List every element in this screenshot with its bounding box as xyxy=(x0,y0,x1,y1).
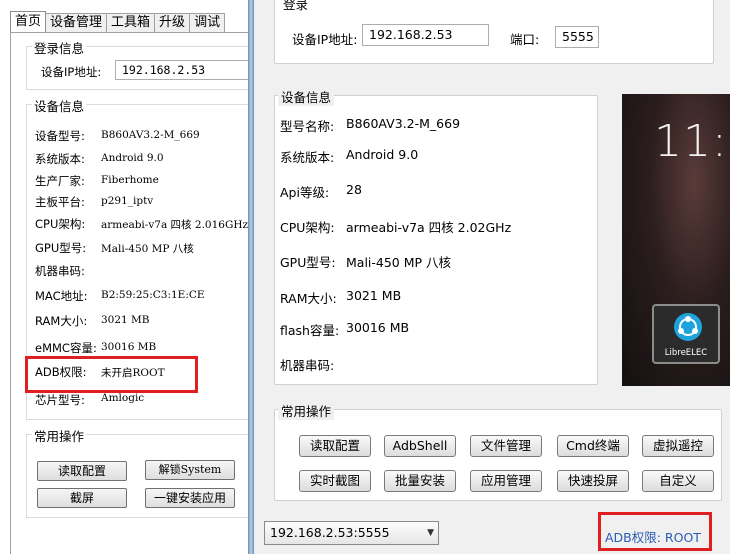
field-label: 主板平台: xyxy=(35,195,85,209)
field-value: p291_iptv xyxy=(101,195,154,207)
unlock-system-button[interactable]: 解锁System xyxy=(145,460,235,480)
login-info-title: 登录信息 xyxy=(32,38,87,57)
field-value: Amlogic xyxy=(101,392,145,404)
read-config-button[interactable]: 读取配置 xyxy=(299,435,371,457)
field-label: 系统版本: xyxy=(35,152,85,166)
common-ops-title: 常用操作 xyxy=(32,426,87,445)
right-app-window: 登录 设备IP地址: 192.168.2.53 端口: 5555 设备信息 型号… xyxy=(254,0,730,554)
field-label: 系统版本: xyxy=(280,150,335,165)
libreelec-logo-icon xyxy=(674,313,702,341)
cmd-terminal-button[interactable]: Cmd终端 xyxy=(557,435,629,457)
field-value: 30016 MB xyxy=(346,320,410,335)
field-label: 设备型号: xyxy=(35,129,85,143)
common-ops-title: 常用操作 xyxy=(278,401,335,420)
field-label: RAM大小: xyxy=(280,291,337,306)
field-label: 机器串码: xyxy=(35,264,85,278)
chevron-down-icon: ▼ xyxy=(427,528,434,538)
adb-status-highlight xyxy=(598,512,712,551)
field-label: GPU型号: xyxy=(35,241,87,255)
field-label: RAM大小: xyxy=(35,314,88,328)
file-manager-button[interactable]: 文件管理 xyxy=(470,435,542,457)
field-value: B2:59:25:C3:1E:CE xyxy=(101,289,205,301)
field-value: 28 xyxy=(346,182,362,197)
tab-toolbox[interactable]: 工具箱 xyxy=(106,13,156,32)
field-label: 芯片型号: xyxy=(35,393,85,407)
device-select-value: 192.168.2.53:5555 xyxy=(270,525,390,540)
tab-upgrade[interactable]: 升级 xyxy=(154,13,191,32)
tab-bar: 首页 设备管理 工具箱 升级 调试 xyxy=(10,11,226,32)
quick-cast-button[interactable]: 快速投屏 xyxy=(557,470,629,492)
tab-home[interactable]: 首页 xyxy=(10,11,47,32)
screenshot-button[interactable]: 截屏 xyxy=(37,488,127,508)
field-label: flash容量: xyxy=(280,323,340,338)
port-input[interactable]: 5555 xyxy=(555,26,599,48)
screen-clock: 11:0 xyxy=(654,116,730,167)
device-ip-input[interactable]: 192.168.2.53 xyxy=(362,24,489,46)
device-info-title: 设备信息 xyxy=(32,96,87,115)
login-title: 登录 xyxy=(280,0,312,13)
one-click-install-button[interactable]: 一键安装应用 xyxy=(145,488,235,508)
adb-shell-button[interactable]: AdbShell xyxy=(384,435,456,457)
field-value: 30016 MB xyxy=(101,341,157,353)
app-manager-button[interactable]: 应用管理 xyxy=(470,470,542,492)
batch-install-button[interactable]: 批量安装 xyxy=(384,470,456,492)
device-select-dropdown[interactable]: 192.168.2.53:5555 ▼ xyxy=(264,521,439,545)
port-label: 端口: xyxy=(510,32,540,47)
field-label: 机器串码: xyxy=(280,358,335,373)
field-value: Fiberhome xyxy=(101,174,159,186)
field-value: Mali-450 MP 八核 xyxy=(346,255,452,270)
field-label: CPU架构: xyxy=(35,217,86,231)
device-info-title: 设备信息 xyxy=(278,87,335,106)
device-ip-label: 设备IP地址: xyxy=(292,32,358,47)
live-screenshot-button[interactable]: 实时截图 xyxy=(299,470,371,492)
device-info-group xyxy=(274,95,598,385)
field-value: Android 9.0 xyxy=(101,152,164,164)
field-label: MAC地址: xyxy=(35,289,88,303)
field-value: 3021 MB xyxy=(346,288,402,303)
field-label: eMMC容量: xyxy=(35,341,97,355)
field-label: GPU型号: xyxy=(280,255,336,270)
custom-button[interactable]: 自定义 xyxy=(642,470,714,492)
field-value: Android 9.0 xyxy=(346,147,419,162)
read-config-button[interactable]: 读取配置 xyxy=(37,461,127,481)
field-value: B860AV3.2-M_669 xyxy=(101,129,200,141)
app-tile-label: LibreELEC xyxy=(664,348,708,358)
device-ip-input[interactable]: 192.168.2.53 xyxy=(115,60,248,80)
field-label: 型号名称: xyxy=(280,119,335,134)
tab-device-management[interactable]: 设备管理 xyxy=(45,13,108,32)
device-screen-preview[interactable]: 11:0 LibreELEC xyxy=(622,94,730,386)
field-value: armeabi-v7a 四核 2.016GHz xyxy=(101,219,248,231)
virtual-remote-button[interactable]: 虚拟遥控 xyxy=(642,435,714,457)
tab-debug[interactable]: 调试 xyxy=(189,13,226,32)
adb-permission-highlight xyxy=(25,356,198,393)
left-app-window: 首页 设备管理 工具箱 升级 调试 登录信息 设备IP地址: 192.168.2… xyxy=(0,0,248,554)
libreelec-app-tile: LibreELEC xyxy=(652,304,720,364)
field-value: Mali-450 MP 八核 xyxy=(101,243,194,255)
device-ip-label: 设备IP地址: xyxy=(41,65,102,79)
field-value: armeabi-v7a 四核 2.02GHz xyxy=(346,220,512,235)
field-value: B860AV3.2-M_669 xyxy=(346,116,461,131)
field-label: 生产厂家: xyxy=(35,174,85,188)
field-label: CPU架构: xyxy=(280,220,335,235)
field-value: 3021 MB xyxy=(101,314,150,326)
field-label: Api等级: xyxy=(280,185,330,200)
